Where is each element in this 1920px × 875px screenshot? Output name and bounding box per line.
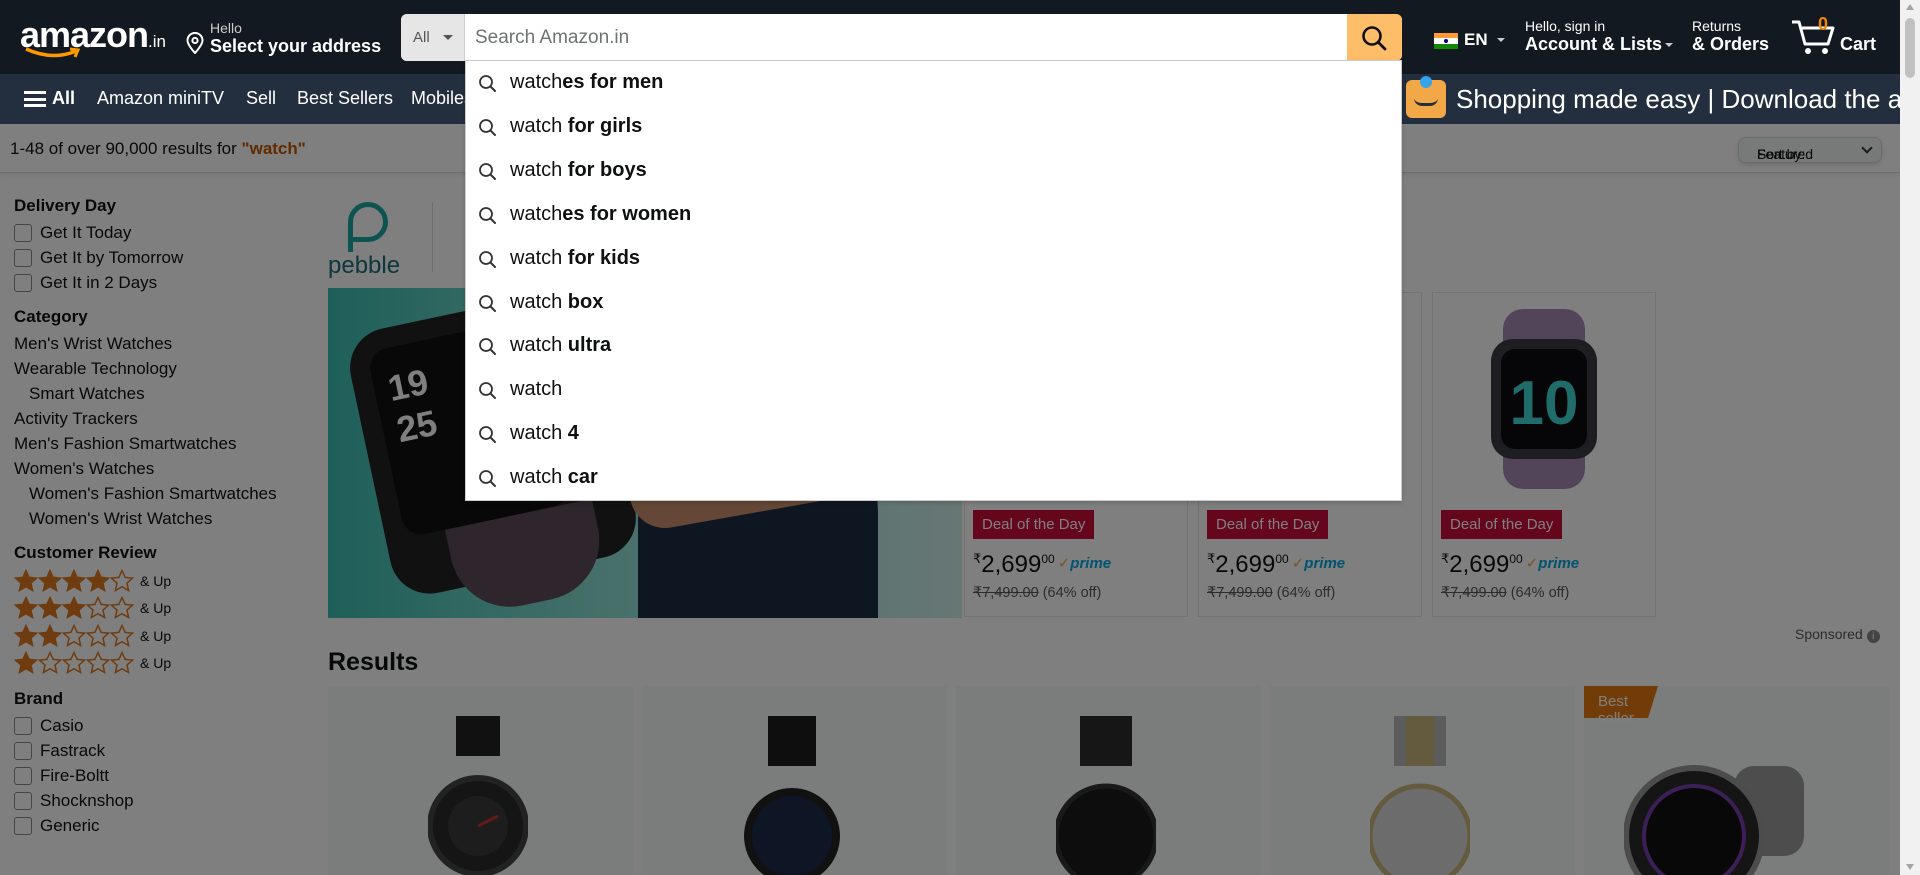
search-suggestion[interactable]: watch box [466,281,1401,325]
returns-orders-link[interactable]: Returns & Orders [1692,18,1769,55]
address-greeting: Hello [210,20,242,36]
search-suggestion[interactable]: watches for men [466,61,1401,105]
chevron-down-icon [1497,38,1505,42]
cart-icon [1792,20,1835,54]
search-suggestion[interactable]: watch for boys [466,149,1401,193]
search-bar: All [401,14,1402,61]
search-icon [479,338,496,356]
search-button[interactable] [1347,14,1402,61]
search-suggestion[interactable]: watch ultra [466,324,1401,368]
logo-smile-icon [25,47,81,58]
search-input[interactable] [465,14,1347,61]
search-icon [479,162,496,180]
search-icon [479,206,496,224]
page-scrollbar[interactable] [1900,0,1920,875]
hamburger-icon[interactable] [24,91,46,107]
search-suggestions-dropdown: watches for men watch for girls watch for … [465,60,1402,501]
cart-button[interactable]: 0 Cart [1790,14,1890,60]
scrollbar-thumb[interactable] [1905,18,1915,78]
nav-all-button[interactable]: All [52,88,75,109]
nav-item-mobiles[interactable]: Mobiles [411,88,473,109]
search-suggestion[interactable]: watch for kids [466,237,1401,281]
india-flag-icon [1434,33,1458,49]
search-icon [1362,26,1387,51]
search-suggestion[interactable]: watch car [466,456,1401,500]
search-icon [479,426,496,444]
chevron-down-icon [1665,43,1674,48]
chevron-down-icon [443,35,453,40]
nav-item-minitv[interactable]: Amazon miniTV [97,88,224,109]
app-download-promo[interactable]: Shopping made easy | Download the app [1404,74,1920,124]
search-suggestion[interactable]: watch 4 [466,412,1401,456]
search-category-select[interactable]: All [401,14,465,61]
search-icon [479,294,496,312]
address-prompt: Select your address [210,36,382,56]
cart-label: Cart [1840,34,1877,54]
nav-item-sell[interactable]: Sell [246,88,276,109]
search-icon [479,470,496,488]
search-suggestion[interactable]: watch for girls [466,105,1401,149]
account-lists-menu[interactable]: Hello, sign in Account & Lists [1525,18,1674,55]
search-icon [479,75,496,92]
search-suggestion[interactable]: watches for women [466,193,1401,237]
cart-count: 0 [1818,14,1829,34]
search-icon [479,118,496,136]
nav-item-best-sellers[interactable]: Best Sellers [297,88,393,109]
amazon-app-icon [1406,76,1446,118]
location-pin-icon [186,32,204,54]
search-icon [479,250,496,268]
search-suggestion[interactable]: watch [466,368,1401,412]
search-icon [479,382,496,400]
